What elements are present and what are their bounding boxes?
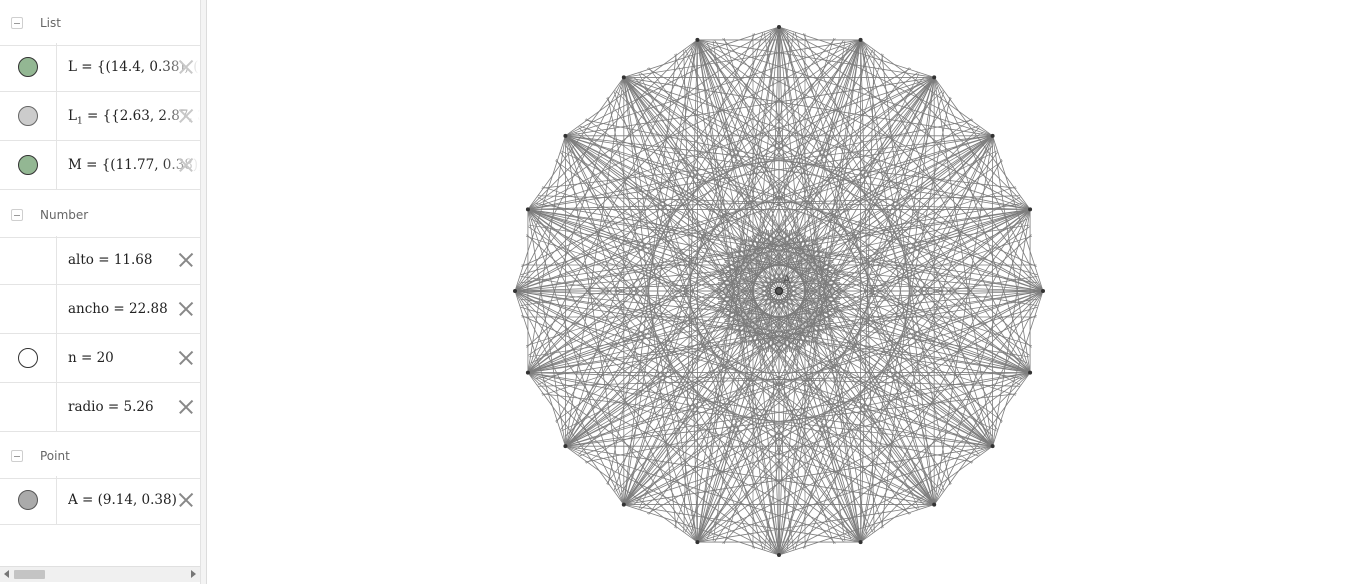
- vertex-point[interactable]: [932, 502, 937, 507]
- star-chord: [565, 26, 780, 137]
- name-L: L: [68, 59, 77, 75]
- visibility-toggle-L[interactable]: [18, 57, 38, 77]
- star-chord: [514, 77, 625, 292]
- algebra-view: List L = {(14.4, 0.38), (14. L1 = {{2.63…: [0, 0, 200, 584]
- name-L1: L: [68, 108, 77, 124]
- visibility-toggle-n[interactable]: [18, 348, 38, 368]
- algebra-row-ancho[interactable]: ancho = 22.88: [0, 285, 200, 334]
- delete-radio-icon[interactable]: [178, 399, 194, 415]
- visibility-toggle-M[interactable]: [18, 155, 38, 175]
- star-chord: [933, 290, 1044, 505]
- name-M: M: [68, 157, 82, 173]
- vertex-point[interactable]: [621, 75, 626, 80]
- category-list: List: [0, 0, 200, 46]
- horizontal-scrollbar[interactable]: [0, 566, 200, 582]
- vertex-point[interactable]: [932, 75, 937, 80]
- graphics-view[interactable]: A: [207, 0, 1352, 584]
- view-divider[interactable]: [200, 0, 207, 584]
- category-number-label: Number: [40, 207, 89, 222]
- star-chord: [933, 77, 1044, 292]
- vertex-point[interactable]: [695, 37, 700, 42]
- algebra-row-L1[interactable]: L1 = {{2.63, 2.87, 3.49: [0, 92, 200, 141]
- vertex-point[interactable]: [563, 133, 568, 138]
- algebra-row-n[interactable]: n = 20: [0, 334, 200, 383]
- algebra-row-M[interactable]: M = {(11.77, 0.38), (1: [0, 141, 200, 190]
- delete-n-icon[interactable]: [178, 350, 194, 366]
- vertex-point[interactable]: [695, 540, 700, 545]
- scrollbar-thumb[interactable]: [14, 570, 45, 579]
- category-list-label: List: [40, 15, 61, 30]
- algebra-row-alto[interactable]: alto = 11.68: [0, 236, 200, 285]
- vertex-point[interactable]: [858, 540, 863, 545]
- marble-cell: [0, 92, 57, 140]
- star-chord: [778, 26, 993, 137]
- algebra-row-radio[interactable]: radio = 5.26: [0, 383, 200, 432]
- point-A-label: A: [783, 273, 791, 286]
- category-number: Number: [0, 192, 200, 238]
- algebra-row-L[interactable]: L = {(14.4, 0.38), (14.: [0, 43, 200, 92]
- algebra-row-A[interactable]: A = (9.14, 0.38): [0, 476, 200, 525]
- vertex-point[interactable]: [990, 444, 995, 449]
- delete-A-icon[interactable]: [178, 492, 194, 508]
- delete-M-icon[interactable]: [178, 157, 194, 173]
- scroll-left-icon[interactable]: [4, 570, 9, 578]
- marble-cell: [0, 141, 57, 189]
- marble-cell: [0, 383, 57, 431]
- vertex-point[interactable]: [1028, 207, 1033, 212]
- marble-cell: [0, 43, 57, 91]
- point-A-marker[interactable]: [775, 287, 783, 295]
- delete-ancho-icon[interactable]: [178, 301, 194, 317]
- collapse-list-icon[interactable]: [11, 16, 23, 29]
- collapse-number-icon[interactable]: [11, 208, 23, 221]
- visibility-toggle-A[interactable]: [18, 490, 38, 510]
- vertex-point[interactable]: [513, 289, 517, 293]
- marble-cell: [0, 236, 57, 284]
- category-point: Point: [0, 433, 200, 479]
- vertex-point[interactable]: [777, 553, 781, 557]
- vertex-point[interactable]: [621, 502, 626, 507]
- marble-cell: [0, 476, 57, 524]
- vertex-point[interactable]: [990, 133, 995, 138]
- marble-cell: [0, 285, 57, 333]
- star-chord: [778, 445, 993, 556]
- vertex-point[interactable]: [563, 444, 568, 449]
- star-chord: [514, 290, 625, 505]
- visibility-toggle-L1[interactable]: [18, 106, 38, 126]
- marble-cell: [0, 334, 57, 382]
- vertex-point[interactable]: [1028, 370, 1033, 375]
- vertex-point[interactable]: [525, 207, 530, 212]
- vertex-point[interactable]: [525, 370, 530, 375]
- star-chord: [565, 445, 780, 556]
- delete-L1-icon[interactable]: [178, 108, 194, 124]
- category-point-label: Point: [40, 448, 70, 463]
- scroll-right-icon[interactable]: [191, 570, 196, 578]
- collapse-point-icon[interactable]: [11, 449, 23, 462]
- delete-alto-icon[interactable]: [178, 252, 194, 268]
- graphics-canvas[interactable]: A: [207, 0, 1352, 584]
- delete-L-icon[interactable]: [178, 59, 194, 75]
- vertex-point[interactable]: [777, 25, 781, 29]
- vertex-point[interactable]: [858, 37, 863, 42]
- vertex-point[interactable]: [1041, 289, 1045, 293]
